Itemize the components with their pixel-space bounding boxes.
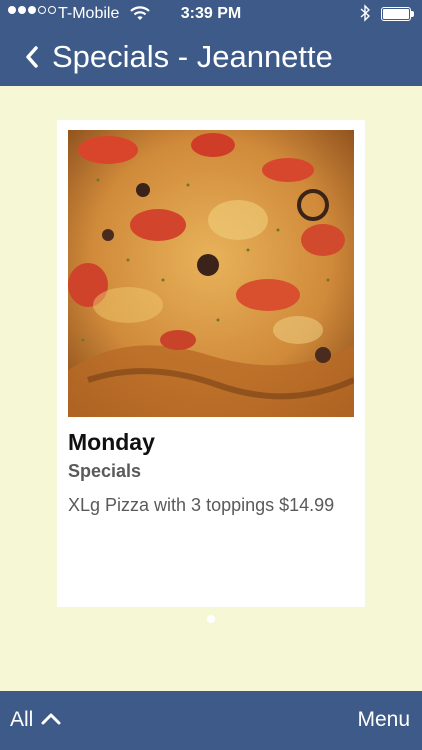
all-label: All xyxy=(10,708,34,731)
special-category: Specials xyxy=(68,461,142,481)
special-description: XLg Pizza with 3 toppings $14.99 xyxy=(68,495,335,515)
pizza-photo xyxy=(68,130,354,417)
special-card[interactable]: Monday Specials XLg Pizza with 3 topping… xyxy=(57,120,365,607)
page-title: Specials - Jeannette xyxy=(52,39,333,74)
menu-button[interactable]: Menu xyxy=(357,708,410,732)
specials-carousel[interactable]: Monday Specials XLg Pizza with 3 topping… xyxy=(0,86,422,691)
bluetooth-icon xyxy=(360,4,371,26)
page-indicator-dot[interactable] xyxy=(207,615,215,623)
bottom-toolbar: All Menu xyxy=(0,691,422,750)
status-bar: T-Mobile 3:39 PM xyxy=(0,0,422,28)
all-button[interactable]: All xyxy=(10,708,61,732)
chevron-up-icon xyxy=(41,708,61,732)
special-day-title: Monday xyxy=(68,429,155,455)
navigation-bar: Specials - Jeannette xyxy=(0,28,422,86)
chevron-left-icon[interactable] xyxy=(22,42,50,72)
battery-icon xyxy=(381,7,414,21)
clock-label: 3:39 PM xyxy=(180,5,242,22)
